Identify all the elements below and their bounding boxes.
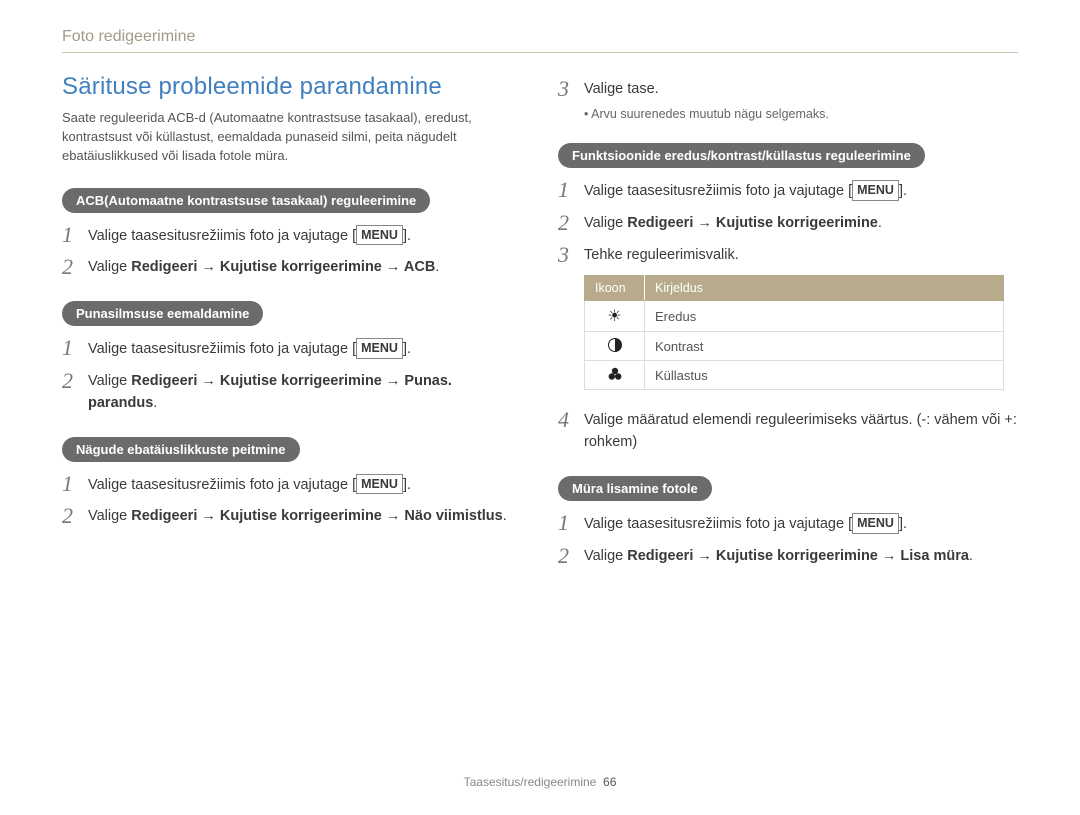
step-number: 2 [558, 211, 584, 235]
step: 2 Valige Redigeeri → Kujutise korrigeeri… [558, 211, 1018, 235]
text-fragment: ]. [403, 228, 411, 244]
step-note: Arvu suurenedes muutub nägu selgemaks. [584, 107, 1018, 121]
step-number: 3 [558, 77, 584, 101]
text-fragment: Valige taasesitusrežiimis foto ja vajuta… [88, 228, 356, 244]
menu-button-label: MENU [852, 513, 899, 534]
icon-table: Ikoon Kirjeldus ☀ Eredus Kontrast [584, 275, 1004, 390]
step-text: Valige taasesitusrežiimis foto ja vajuta… [88, 336, 411, 361]
step-text: Valige määratud elemendi reguleerimiseks… [584, 408, 1018, 454]
text-fragment: Valige [584, 215, 627, 231]
right-column: 3 Valige tase. Arvu suurenedes muutub nä… [558, 73, 1018, 590]
text-bold: Redigeeri → Kujutise korrigeerimine → Li… [627, 548, 969, 564]
footer-section: Taasesitus/redigeerimine [464, 775, 597, 789]
step-number: 1 [558, 511, 584, 535]
header-title: Foto redigeerimine [62, 28, 195, 45]
text-fragment: ]. [403, 477, 411, 493]
section-title: Särituse probleemide parandamine [62, 73, 522, 101]
step-number: 1 [62, 472, 88, 496]
brightness-icon: ☀ [585, 301, 645, 332]
text-fragment: . [969, 548, 973, 564]
step-text: Valige Redigeeri → Kujutise korrigeerimi… [88, 504, 507, 528]
pill-face: Nägude ebatäiuslikkuste peitmine [62, 437, 300, 462]
text-fragment: Valige [88, 373, 131, 389]
step: 2 Valige Redigeeri → Kujutise korrigeeri… [62, 504, 522, 528]
step-text: Valige tase. [584, 77, 659, 101]
saturation-icon [585, 361, 645, 390]
text-fragment: Valige taasesitusrežiimis foto ja vajuta… [88, 477, 356, 493]
step-text: Valige Redigeeri → Kujutise korrigeerimi… [584, 544, 973, 568]
text-fragment: Valige [88, 508, 131, 524]
step: 1 Valige taasesitusrežiimis foto ja vaju… [558, 178, 1018, 203]
step-text: Tehke reguleerimisvalik. [584, 243, 739, 267]
step-text: Valige taasesitusrežiimis foto ja vajuta… [584, 178, 907, 203]
step-text: Valige taasesitusrežiimis foto ja vajuta… [584, 511, 907, 536]
text-fragment: . [435, 259, 439, 275]
step-number: 2 [62, 504, 88, 528]
step-number: 4 [558, 408, 584, 432]
step-text: Valige Redigeeri → Kujutise korrigeerimi… [88, 255, 439, 279]
text-bold: Redigeeri → Kujutise korrigeerimine [627, 215, 878, 231]
step: 1 Valige taasesitusrežiimis foto ja vaju… [558, 511, 1018, 536]
text-fragment: . [878, 215, 882, 231]
text-fragment: Valige taasesitusrežiimis foto ja vajuta… [584, 516, 852, 532]
step: 2 Valige Redigeeri → Kujutise korrigeeri… [62, 369, 522, 415]
pill-acb: ACB(Automaatne kontrastsuse tasakaal) re… [62, 188, 430, 213]
step: 3 Valige tase. [558, 77, 1018, 101]
table-header-icon: Ikoon [585, 276, 645, 301]
text-bold: Redigeeri → Kujutise korrigeerimine → Nä… [131, 508, 502, 524]
table-cell-desc: Küllastus [645, 361, 1004, 390]
page-footer: Taasesitus/redigeerimine 66 [0, 775, 1080, 789]
text-fragment: ]. [403, 341, 411, 357]
left-column: Särituse probleemide parandamine Saate r… [62, 73, 522, 590]
menu-button-label: MENU [356, 474, 403, 495]
menu-button-label: MENU [356, 338, 403, 359]
step-text: Valige taasesitusrežiimis foto ja vajuta… [88, 223, 411, 248]
pill-brightness-contrast-saturation: Funktsioonide eredus/kontrast/küllastus … [558, 143, 925, 168]
text-fragment: Valige [88, 259, 131, 275]
step: 4 Valige määratud elemendi reguleerimise… [558, 408, 1018, 454]
step-number: 2 [62, 369, 88, 393]
pill-redeye: Punasilmsuse eemaldamine [62, 301, 263, 326]
text-fragment: ]. [899, 516, 907, 532]
step-number: 3 [558, 243, 584, 267]
step: 1 Valige taasesitusrežiimis foto ja vaju… [62, 223, 522, 248]
page-number: 66 [603, 775, 616, 789]
menu-button-label: MENU [852, 180, 899, 201]
contrast-icon [585, 332, 645, 361]
step: 2 Valige Redigeeri → Kujutise korrigeeri… [62, 255, 522, 279]
text-fragment: ]. [899, 183, 907, 199]
table-header-desc: Kirjeldus [645, 276, 1004, 301]
step: 1 Valige taasesitusrežiimis foto ja vaju… [62, 336, 522, 361]
table-row: Kontrast [585, 332, 1004, 361]
step-number: 1 [62, 336, 88, 360]
menu-button-label: MENU [356, 225, 403, 246]
pill-noise: Müra lisamine fotole [558, 476, 712, 501]
step: 3 Tehke reguleerimisvalik. [558, 243, 1018, 267]
step-number: 2 [62, 255, 88, 279]
text-bold: Redigeeri → Kujutise korrigeerimine → Pu… [88, 373, 452, 411]
table-cell-desc: Kontrast [645, 332, 1004, 361]
text-fragment: Valige taasesitusrežiimis foto ja vajuta… [584, 183, 852, 199]
step-text: Valige taasesitusrežiimis foto ja vajuta… [88, 472, 411, 497]
text-fragment: Valige [584, 548, 627, 564]
step-text: Valige Redigeeri → Kujutise korrigeerimi… [88, 369, 522, 415]
text-fragment: Valige taasesitusrežiimis foto ja vajuta… [88, 341, 356, 357]
step: 2 Valige Redigeeri → Kujutise korrigeeri… [558, 544, 1018, 568]
page-header: Foto redigeerimine [62, 28, 1018, 53]
step: 1 Valige taasesitusrežiimis foto ja vaju… [62, 472, 522, 497]
text-bold: Redigeeri → Kujutise korrigeerimine → AC… [131, 259, 435, 275]
step-number: 1 [62, 223, 88, 247]
table-row: Küllastus [585, 361, 1004, 390]
step-text: Valige Redigeeri → Kujutise korrigeerimi… [584, 211, 882, 235]
table-cell-desc: Eredus [645, 301, 1004, 332]
text-fragment: . [153, 395, 157, 411]
step-number: 2 [558, 544, 584, 568]
step-number: 1 [558, 178, 584, 202]
section-intro: Saate reguleerida ACB-d (Automaatne kont… [62, 109, 522, 166]
table-row: ☀ Eredus [585, 301, 1004, 332]
text-fragment: . [503, 508, 507, 524]
